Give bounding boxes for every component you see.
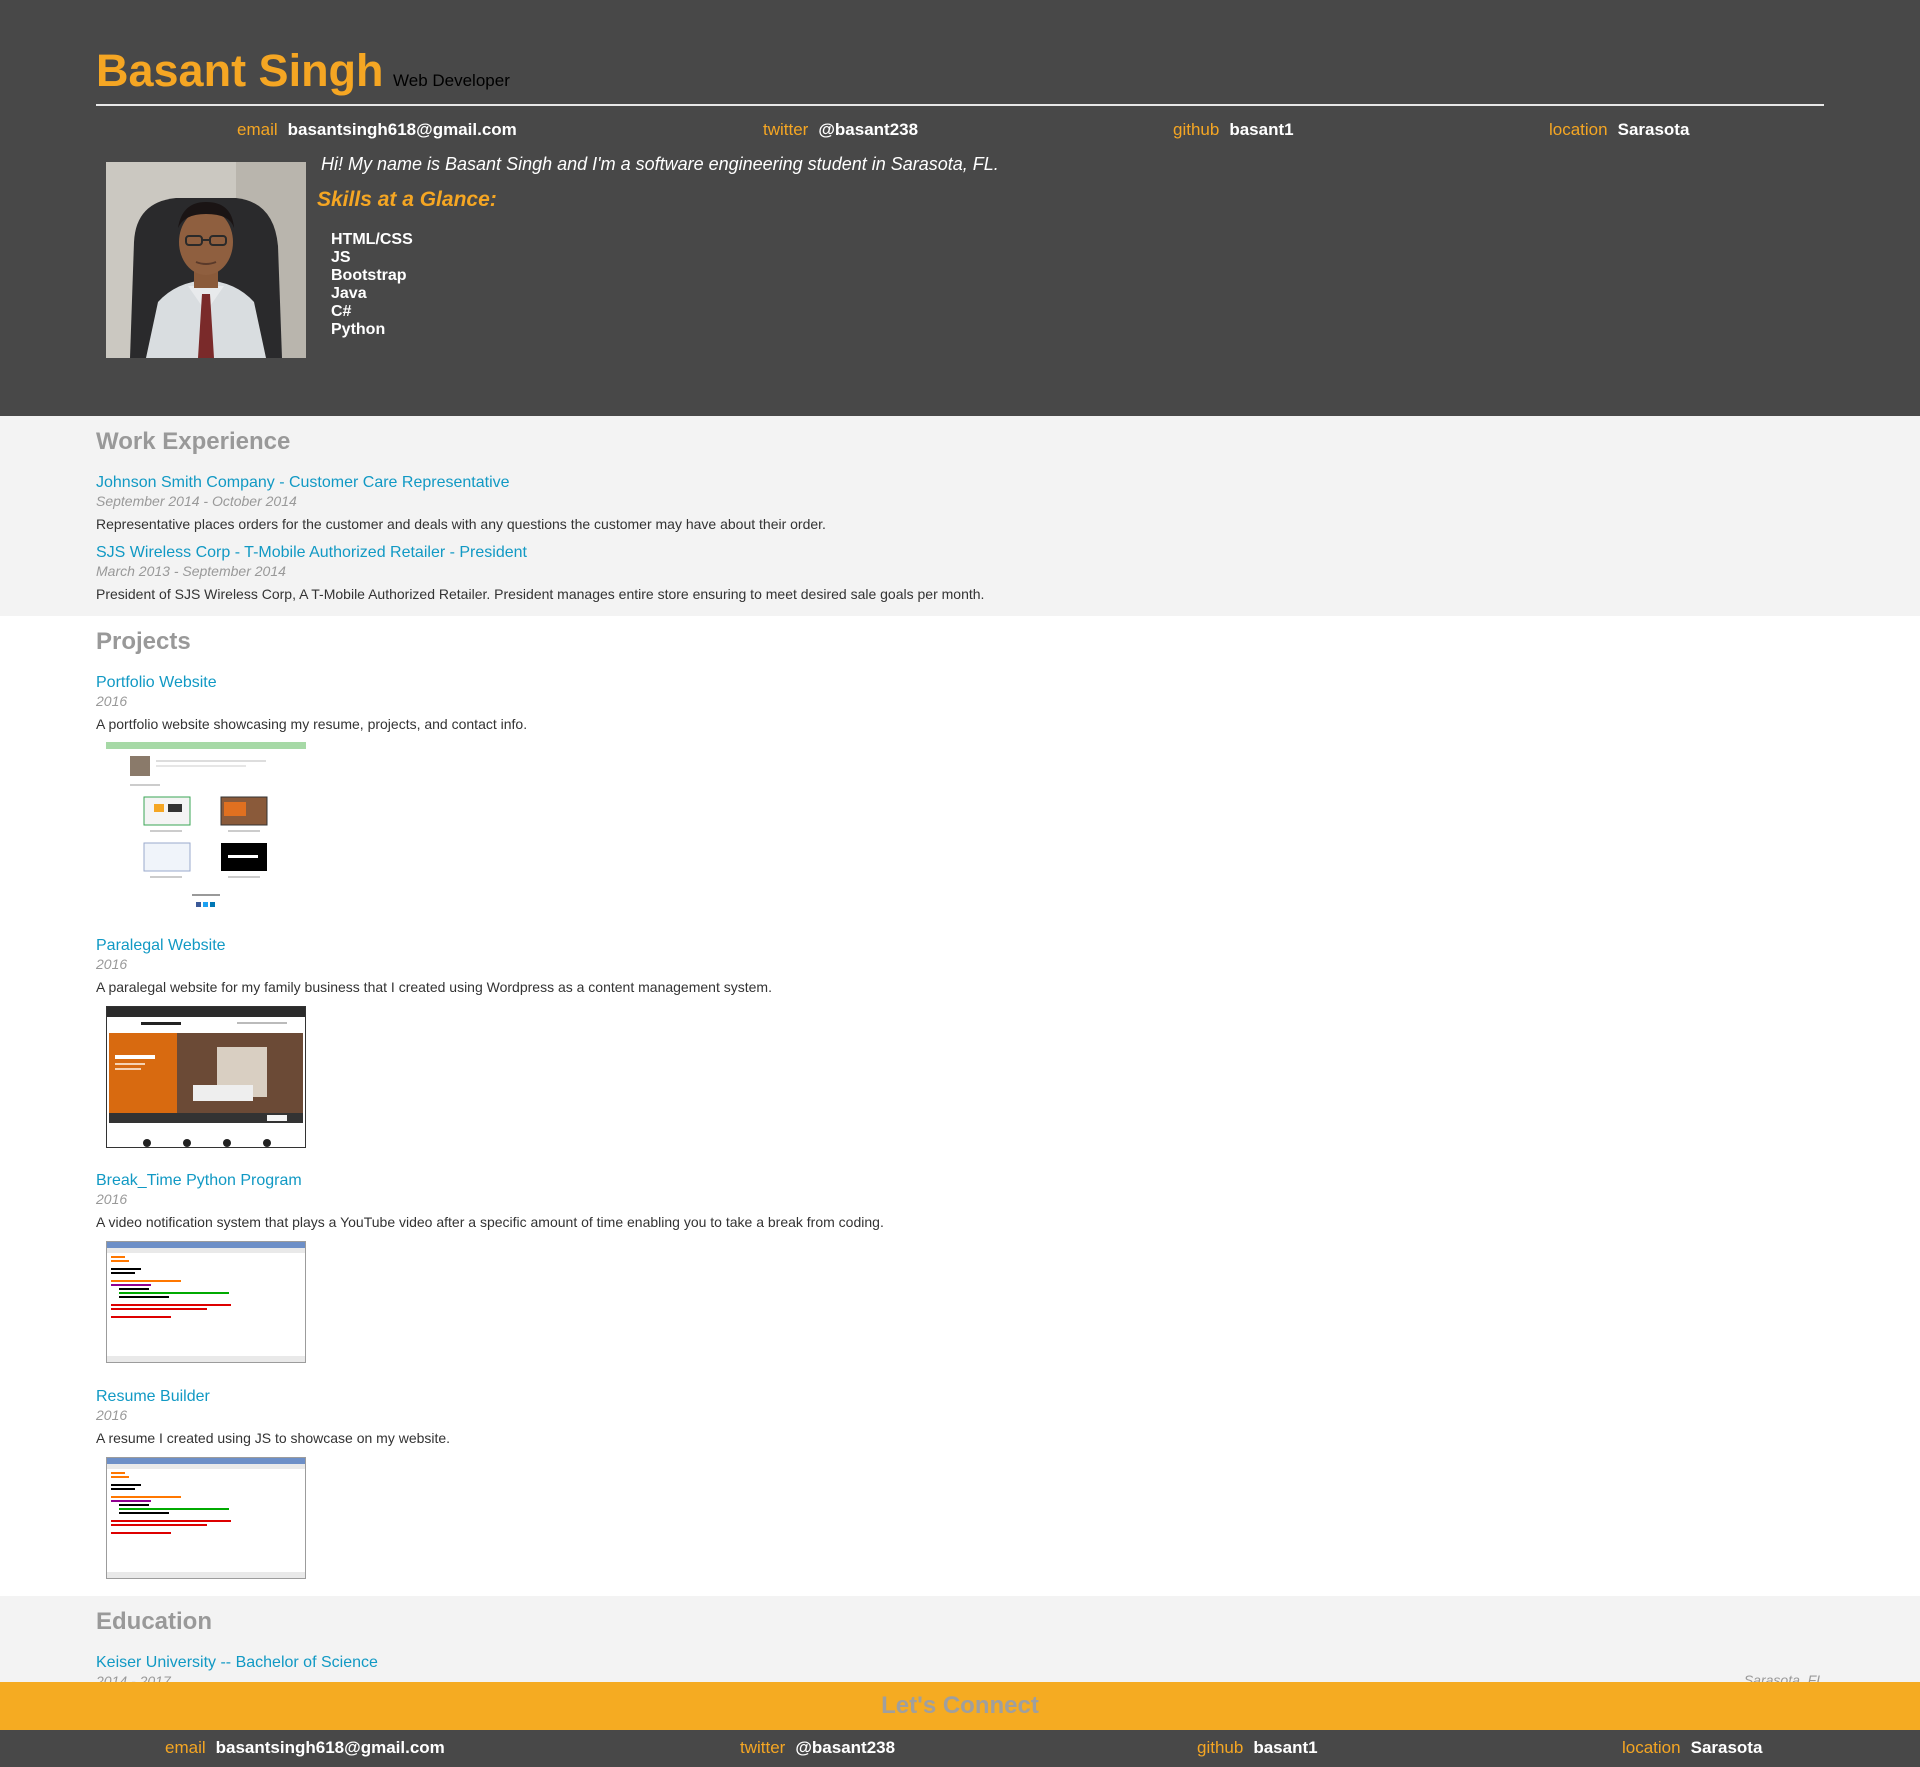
contact-value[interactable]: basantsingh618@gmail.com bbox=[216, 1738, 445, 1757]
contact-label: github bbox=[1173, 120, 1220, 139]
skills-heading: Skills at a Glance: bbox=[317, 188, 497, 211]
project-description: A paralegal website for my family busine… bbox=[96, 979, 772, 995]
name-row: Basant Singh Web Developer bbox=[96, 45, 510, 97]
contact-email[interactable]: email basantsingh618@gmail.com bbox=[165, 1738, 445, 1758]
job-dates: March 2013 - September 2014 bbox=[96, 563, 286, 579]
contact-github[interactable]: github basant1 bbox=[1197, 1738, 1318, 1758]
project-dates: 2016 bbox=[96, 1191, 128, 1207]
footer: email basantsingh618@gmail.com twitter @ba… bbox=[0, 1730, 1920, 1767]
project-image-resume-builder bbox=[106, 1457, 306, 1579]
project-title-link[interactable]: Portfolio Website bbox=[96, 674, 217, 692]
project-description: A video notification system that plays a… bbox=[96, 1214, 884, 1230]
lets-connect-bar: Let's Connect bbox=[0, 1682, 1920, 1730]
profile-photo bbox=[106, 162, 306, 358]
contact-email[interactable]: email basantsingh618@gmail.com bbox=[237, 120, 517, 140]
job-dates: September 2014 - October 2014 bbox=[96, 493, 297, 509]
project-dates: 2016 bbox=[96, 956, 128, 972]
contact-value: Sarasota bbox=[1690, 1738, 1763, 1757]
contact-value[interactable]: @basant238 bbox=[795, 1738, 895, 1757]
contact-value: Sarasota bbox=[1617, 120, 1690, 139]
project-title-link[interactable]: Paralegal Website bbox=[96, 937, 226, 955]
header: Basant Singh Web Developer email basantsi… bbox=[0, 0, 1920, 416]
contact-value[interactable]: @basant238 bbox=[818, 120, 918, 139]
project-title-link[interactable]: Resume Builder bbox=[96, 1388, 210, 1406]
skill-item: Python bbox=[331, 321, 386, 338]
school-location: Sarasota, FL bbox=[1743, 1672, 1824, 1682]
contact-label: email bbox=[237, 120, 278, 139]
contact-value[interactable]: basant1 bbox=[1229, 120, 1293, 139]
project-dates: 2016 bbox=[96, 693, 128, 709]
python-code-screenshot-image bbox=[107, 1458, 305, 1578]
person-role: Web Developer bbox=[393, 71, 510, 90]
portfolio-screenshot-image bbox=[106, 742, 306, 912]
contact-location: location Sarasota bbox=[1622, 1738, 1762, 1758]
contact-label: twitter bbox=[763, 120, 809, 139]
profile-photo-image bbox=[106, 162, 306, 358]
work-experience-section: Work Experience Johnson Smith Company - … bbox=[0, 416, 1920, 616]
project-image-portfolio bbox=[106, 742, 306, 912]
contact-label: email bbox=[165, 1738, 206, 1757]
contact-location: location Sarasota bbox=[1549, 120, 1689, 140]
python-code-screenshot-image bbox=[107, 1242, 305, 1362]
paralegal-screenshot-image bbox=[107, 1007, 305, 1147]
education-section: Education Keiser University -- Bachelor … bbox=[0, 1596, 1920, 1682]
skills-list: HTML/CSS JS Bootstrap Java C# Python bbox=[331, 231, 413, 339]
contact-value[interactable]: basant1 bbox=[1253, 1738, 1317, 1757]
header-contacts: email basantsingh618@gmail.com twitter @ba… bbox=[0, 120, 1920, 150]
skill-item: C# bbox=[331, 303, 352, 320]
contact-twitter[interactable]: twitter @basant238 bbox=[763, 120, 918, 140]
lets-connect-title: Let's Connect bbox=[881, 1692, 1039, 1719]
school-title-link[interactable]: Keiser University -- Bachelor of Science bbox=[96, 1654, 378, 1672]
project-title-link[interactable]: Break_Time Python Program bbox=[96, 1172, 302, 1190]
footer-contacts: email basantsingh618@gmail.com twitter @ba… bbox=[0, 1738, 1920, 1767]
job-description: President of SJS Wireless Corp, A T-Mobi… bbox=[96, 586, 985, 602]
project-image-paralegal bbox=[106, 1006, 306, 1148]
job-title-link[interactable]: SJS Wireless Corp - T-Mobile Authorized … bbox=[96, 544, 527, 562]
job-description: Representative places orders for the cus… bbox=[96, 516, 826, 532]
skill-item: Bootstrap bbox=[331, 267, 407, 284]
skill-item: Java bbox=[331, 285, 367, 302]
section-title: Projects bbox=[96, 628, 191, 655]
skill-item: JS bbox=[331, 249, 351, 266]
person-name: Basant Singh bbox=[96, 45, 384, 96]
projects-section: Projects Portfolio Website 2016 A portfo… bbox=[0, 616, 1920, 1596]
job-title-link[interactable]: Johnson Smith Company - Customer Care Re… bbox=[96, 474, 510, 492]
contact-label: location bbox=[1549, 120, 1608, 139]
welcome-message: Hi! My name is Basant Singh and I'm a so… bbox=[321, 154, 999, 174]
project-dates: 2016 bbox=[96, 1407, 128, 1423]
section-title: Education bbox=[96, 1608, 213, 1635]
contact-value[interactable]: basantsingh618@gmail.com bbox=[288, 120, 517, 139]
project-description: A resume I created using JS to showcase … bbox=[96, 1430, 451, 1446]
project-description: A portfolio website showcasing my resume… bbox=[96, 716, 528, 732]
contact-label: github bbox=[1197, 1738, 1244, 1757]
section-title: Work Experience bbox=[96, 428, 291, 455]
project-image-break-time bbox=[106, 1241, 306, 1363]
contact-twitter[interactable]: twitter @basant238 bbox=[740, 1738, 895, 1758]
skill-item: HTML/CSS bbox=[331, 231, 413, 248]
header-divider bbox=[96, 104, 1824, 106]
contact-label: location bbox=[1622, 1738, 1681, 1757]
contact-github[interactable]: github basant1 bbox=[1173, 120, 1294, 140]
school-dates: 2014 - 2017 bbox=[96, 1673, 171, 1682]
contact-label: twitter bbox=[740, 1738, 786, 1757]
